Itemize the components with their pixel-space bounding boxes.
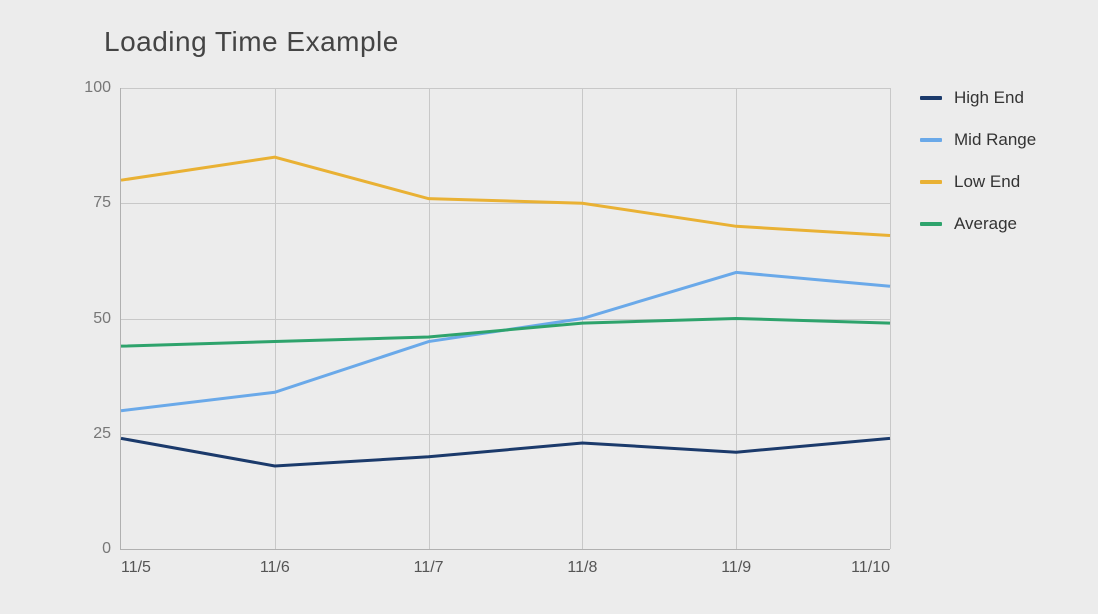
y-tick-100: 100 xyxy=(84,79,121,97)
legend-item-mid-range: Mid Range xyxy=(920,130,1036,150)
y-tick-25: 25 xyxy=(93,425,121,443)
legend-swatch-icon xyxy=(920,180,942,184)
chart-lines xyxy=(121,88,890,549)
series-line-low-end xyxy=(121,157,890,235)
legend: High End Mid Range Low End Average xyxy=(920,88,1036,256)
legend-swatch-icon xyxy=(920,222,942,226)
y-tick-0: 0 xyxy=(102,540,121,558)
series-line-average xyxy=(121,319,890,347)
x-tick-2: 11/7 xyxy=(414,549,444,577)
x-tick-1: 11/6 xyxy=(260,549,290,577)
x-tick-4: 11/9 xyxy=(721,549,751,577)
plot-area: 0 25 50 75 100 11/5 11/6 11/7 11/8 11/9 … xyxy=(120,88,890,550)
x-tick-5: 11/10 xyxy=(851,549,890,577)
legend-label: High End xyxy=(954,88,1024,108)
legend-label: Mid Range xyxy=(954,130,1036,150)
chart-title: Loading Time Example xyxy=(104,26,399,58)
chart-container: Loading Time Example 0 25 50 75 100 11/5… xyxy=(0,0,1098,614)
legend-item-average: Average xyxy=(920,214,1036,234)
gridline-x-5 xyxy=(890,88,891,549)
legend-swatch-icon xyxy=(920,96,942,100)
legend-label: Average xyxy=(954,214,1017,234)
x-tick-3: 11/8 xyxy=(567,549,597,577)
x-tick-0: 11/5 xyxy=(121,549,151,577)
y-tick-75: 75 xyxy=(93,194,121,212)
legend-label: Low End xyxy=(954,172,1020,192)
legend-swatch-icon xyxy=(920,138,942,142)
y-tick-50: 50 xyxy=(93,310,121,328)
series-line-high-end xyxy=(121,438,890,466)
legend-item-low-end: Low End xyxy=(920,172,1036,192)
legend-item-high-end: High End xyxy=(920,88,1036,108)
